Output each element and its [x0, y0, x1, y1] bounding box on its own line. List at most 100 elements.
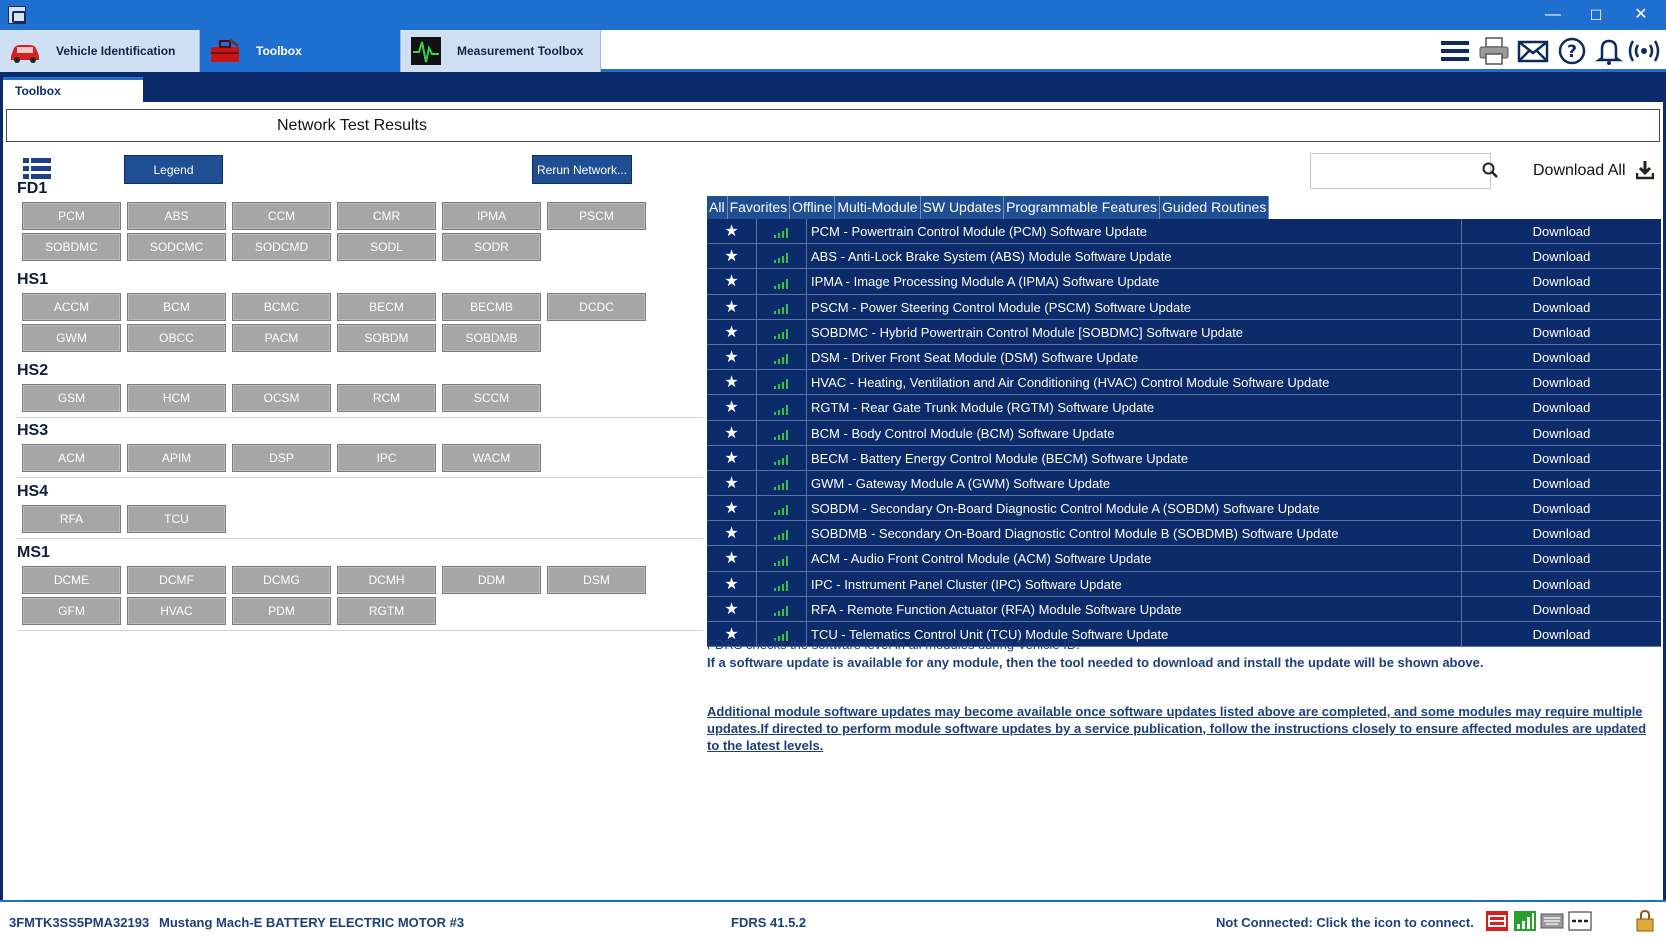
download-button[interactable]: Download	[1461, 294, 1661, 319]
printer-icon[interactable]	[1477, 36, 1511, 66]
download-button[interactable]: Download	[1461, 219, 1661, 244]
update-row[interactable]: ★ BECM - Battery Energy Control Module (B…	[707, 445, 1661, 471]
favorite-star-icon[interactable]: ★	[707, 219, 757, 244]
help-icon[interactable]: ?	[1555, 36, 1589, 66]
module-button-hvac[interactable]: HVAC	[127, 597, 226, 625]
filter-tab-all[interactable]: All	[707, 196, 728, 219]
download-button[interactable]: Download	[1461, 420, 1661, 445]
minimize-button[interactable]: —	[1530, 0, 1576, 30]
module-button-becmb[interactable]: BECMB	[442, 293, 541, 321]
update-row[interactable]: ★ GWM - Gateway Module A (GWM) Software U…	[707, 470, 1661, 497]
update-row[interactable]: ★ BCM - Body Control Module (BCM) Softwar…	[707, 420, 1661, 446]
favorite-star-icon[interactable]: ★	[707, 370, 757, 395]
download-button[interactable]: Download	[1461, 521, 1661, 546]
module-button-cmr[interactable]: CMR	[337, 202, 436, 230]
module-button-becm[interactable]: BECM	[337, 293, 436, 321]
bell-icon[interactable]	[1592, 36, 1626, 66]
favorite-star-icon[interactable]: ★	[707, 470, 757, 496]
module-button-sccm[interactable]: SCCM	[442, 384, 541, 412]
update-row[interactable]: ★ RGTM - Rear Gate Trunk Module (RGTM) So…	[707, 395, 1661, 421]
update-row[interactable]: ★ PSCM - Power Steering Control Module (P…	[707, 294, 1661, 320]
favorite-star-icon[interactable]: ★	[707, 244, 757, 269]
update-row[interactable]: ★ SOBDMB - Secondary On-Board Diagnostic …	[707, 521, 1661, 547]
vci-connect-icon[interactable]	[1485, 910, 1509, 932]
download-button[interactable]: Download	[1461, 244, 1661, 269]
tab-toolbox[interactable]: Toolbox	[200, 30, 401, 72]
search-icon[interactable]	[1482, 162, 1498, 178]
favorite-star-icon[interactable]: ★	[707, 319, 757, 344]
additional-updates-note[interactable]: Additional module software updates may b…	[707, 703, 1651, 754]
update-row[interactable]: ★ ABS - Anti-Lock Brake System (ABS) Modu…	[707, 244, 1661, 270]
module-button-tcu[interactable]: TCU	[127, 505, 226, 533]
module-button-pacm[interactable]: PACM	[232, 324, 331, 352]
update-row[interactable]: ★ IPC - Instrument Panel Cluster (IPC) So…	[707, 571, 1661, 597]
update-row[interactable]: ★ ACM - Audio Front Control Module (ACM) …	[707, 546, 1661, 572]
download-button[interactable]: Download	[1461, 395, 1661, 420]
download-button[interactable]: Download	[1461, 445, 1661, 470]
filter-tab-multi-module[interactable]: Multi-Module	[835, 196, 921, 219]
tab-measurement-toolbox[interactable]: Measurement Toolbox	[401, 30, 601, 72]
download-button[interactable]: Download	[1461, 571, 1661, 596]
module-button-ipma[interactable]: IPMA	[442, 202, 541, 230]
filter-tab-guided-routines[interactable]: Guided Routines	[1160, 196, 1270, 219]
favorite-star-icon[interactable]: ★	[707, 571, 757, 596]
module-button-dcmh[interactable]: DCMH	[337, 566, 436, 594]
module-button-hcm[interactable]: HCM	[127, 384, 226, 412]
wireless-icon[interactable]	[1627, 36, 1661, 66]
module-button-rfa[interactable]: RFA	[22, 505, 121, 533]
update-row[interactable]: ★ DSM - Driver Front Seat Module (DSM) So…	[707, 344, 1661, 371]
favorite-star-icon[interactable]: ★	[707, 496, 757, 521]
module-button-rcm[interactable]: RCM	[337, 384, 436, 412]
module-button-ocsm[interactable]: OCSM	[232, 384, 331, 412]
module-button-dsp[interactable]: DSP	[232, 444, 331, 472]
update-row[interactable]: ★ PCM - Powertrain Control Module (PCM) S…	[707, 219, 1661, 245]
filter-tab-offline[interactable]: Offline	[790, 196, 836, 219]
rerun-network-button[interactable]: Rerun Network...	[532, 155, 632, 184]
update-row[interactable]: ★ IPMA - Image Processing Module A (IPMA)…	[707, 269, 1661, 295]
favorite-star-icon[interactable]: ★	[707, 294, 757, 319]
download-all-button[interactable]: Download All	[1533, 162, 1626, 180]
download-icon[interactable]	[1636, 160, 1654, 180]
download-button[interactable]: Download	[1461, 470, 1661, 496]
module-button-ccm[interactable]: CCM	[232, 202, 331, 230]
module-button-obcc[interactable]: OBCC	[127, 324, 226, 352]
download-button[interactable]: Download	[1461, 319, 1661, 344]
update-row[interactable]: ★ HVAC - Heating, Ventilation and Air Con…	[707, 370, 1661, 396]
list-view-icon[interactable]	[23, 158, 51, 180]
close-button[interactable]: ✕	[1618, 0, 1664, 30]
module-button-dsm[interactable]: DSM	[547, 566, 646, 594]
module-button-dcmg[interactable]: DCMG	[232, 566, 331, 594]
module-button-dcdc[interactable]: DCDC	[547, 293, 646, 321]
filter-tab-favorites[interactable]: Favorites	[727, 196, 791, 219]
favorite-star-icon[interactable]: ★	[707, 420, 757, 445]
favorite-star-icon[interactable]: ★	[707, 269, 757, 294]
module-button-sobdm[interactable]: SOBDM	[337, 324, 436, 352]
download-button[interactable]: Download	[1461, 496, 1661, 521]
download-button[interactable]: Download	[1461, 344, 1661, 370]
module-button-dcmf[interactable]: DCMF	[127, 566, 226, 594]
module-button-sobdmc[interactable]: SOBDMC	[22, 233, 121, 261]
filter-tab-programmable-features[interactable]: Programmable Features	[1004, 196, 1161, 219]
download-button[interactable]: Download	[1461, 546, 1661, 571]
module-button-dcme[interactable]: DCME	[22, 566, 121, 594]
favorite-star-icon[interactable]: ★	[707, 521, 757, 546]
download-button[interactable]: Download	[1461, 596, 1661, 621]
lock-icon[interactable]	[1633, 910, 1657, 932]
update-row[interactable]: ★ SOBDMC - Hybrid Powertrain Control Modu…	[707, 319, 1661, 345]
module-button-gwm[interactable]: GWM	[22, 324, 121, 352]
filter-tab-sw-updates[interactable]: SW Updates	[920, 196, 1005, 219]
update-row[interactable]: ★ RFA - Remote Function Actuator (RFA) Mo…	[707, 596, 1661, 622]
module-button-pcm[interactable]: PCM	[22, 202, 121, 230]
module-button-abs[interactable]: ABS	[127, 202, 226, 230]
mail-icon[interactable]	[1516, 36, 1550, 66]
module-button-acm[interactable]: ACM	[22, 444, 121, 472]
module-button-rgtm[interactable]: RGTM	[337, 597, 436, 625]
subtab-toolbox[interactable]: Toolbox	[3, 77, 143, 102]
module-button-apim[interactable]: APIM	[127, 444, 226, 472]
favorite-star-icon[interactable]: ★	[707, 546, 757, 571]
download-button[interactable]: Download	[1461, 370, 1661, 395]
download-button[interactable]: Download	[1461, 269, 1661, 294]
module-button-sodr[interactable]: SODR	[442, 233, 541, 261]
menu-icon[interactable]	[1438, 36, 1472, 66]
module-button-sodcmd[interactable]: SODCMD	[232, 233, 331, 261]
